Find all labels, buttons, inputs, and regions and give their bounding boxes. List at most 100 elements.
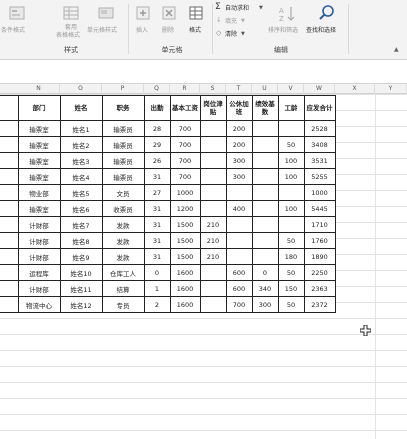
- row-stub[interactable]: [0, 264, 19, 281]
- table-cell[interactable]: [251, 232, 279, 249]
- table-cell[interactable]: 2: [143, 296, 171, 313]
- table-cell[interactable]: 姓名5: [59, 184, 103, 201]
- table-cell[interactable]: 输票员: [101, 168, 145, 185]
- table-cell[interactable]: 27: [143, 184, 171, 201]
- table-cell[interactable]: 1710: [303, 216, 336, 233]
- table-cell[interactable]: 计财部: [17, 248, 61, 265]
- worksheet[interactable]: N O P Q R S T U V W X Y 部门 姓名 职务 出勤 基本工资…: [0, 84, 407, 439]
- table-cell[interactable]: 31: [143, 216, 171, 233]
- table-cell[interactable]: 1000: [169, 184, 201, 201]
- table-cell[interactable]: 700: [169, 136, 201, 153]
- table-cell[interactable]: 29: [143, 136, 171, 153]
- table-cell[interactable]: 0: [251, 264, 279, 281]
- cell-style-button[interactable]: 单元格样式: [86, 3, 126, 41]
- table-cell[interactable]: 收票员: [101, 200, 145, 217]
- table-cell[interactable]: 600: [225, 264, 253, 281]
- table-cell[interactable]: 31: [143, 200, 171, 217]
- table-cell[interactable]: 50: [277, 232, 305, 249]
- table-cell[interactable]: 姓名8: [59, 232, 103, 249]
- row-stub[interactable]: [0, 216, 19, 233]
- table-cell[interactable]: 100: [277, 152, 305, 169]
- table-cell[interactable]: 200: [225, 120, 253, 137]
- table-cell[interactable]: 输票员: [101, 136, 145, 153]
- table-cell[interactable]: 1600: [169, 264, 201, 281]
- table-format-button[interactable]: 套用 表格格式: [54, 3, 88, 41]
- table-cell[interactable]: 输票室: [17, 136, 61, 153]
- table-cell[interactable]: 文员: [101, 184, 145, 201]
- header-cell[interactable]: 职务: [101, 95, 145, 121]
- row-stub[interactable]: [0, 136, 19, 153]
- header-cell[interactable]: 岗位津贴: [199, 95, 227, 121]
- fill-button[interactable]: ↓ 填充 ▼: [215, 16, 255, 27]
- table-cell[interactable]: 计财部: [17, 232, 61, 249]
- table-cell[interactable]: 输票室: [17, 120, 61, 137]
- column-header[interactable]: N: [18, 84, 60, 94]
- table-cell[interactable]: 2250: [303, 264, 336, 281]
- conditional-format-button[interactable]: 条件格式: [0, 3, 32, 41]
- table-cell[interactable]: 1500: [169, 216, 201, 233]
- table-cell[interactable]: 400: [225, 200, 253, 217]
- column-header[interactable]: R: [170, 84, 200, 94]
- autosum-button[interactable]: Σ 自动求和 ▼: [215, 2, 271, 14]
- table-cell[interactable]: 发款: [101, 248, 145, 265]
- table-cell[interactable]: 340: [251, 280, 279, 297]
- table-cell[interactable]: [251, 216, 279, 233]
- row-stub[interactable]: [0, 296, 19, 313]
- table-cell[interactable]: [225, 216, 253, 233]
- table-cell[interactable]: 姓名7: [59, 216, 103, 233]
- table-cell[interactable]: 1500: [169, 248, 201, 265]
- table-cell[interactable]: 输票室: [17, 200, 61, 217]
- table-cell[interactable]: 输票室: [17, 152, 61, 169]
- table-cell[interactable]: 600: [225, 280, 253, 297]
- table-cell[interactable]: 输票员: [101, 120, 145, 137]
- table-cell[interactable]: 31: [143, 248, 171, 265]
- header-cell[interactable]: 部门: [17, 95, 61, 121]
- table-cell[interactable]: [199, 168, 227, 185]
- table-cell[interactable]: 5255: [303, 168, 336, 185]
- table-cell[interactable]: 210: [199, 232, 227, 249]
- table-cell[interactable]: 50: [277, 264, 305, 281]
- table-cell[interactable]: [251, 248, 279, 265]
- column-header[interactable]: P: [102, 84, 144, 94]
- table-cell[interactable]: [199, 184, 227, 201]
- row-stub[interactable]: [0, 95, 19, 121]
- table-cell[interactable]: 100: [277, 200, 305, 217]
- table-cell[interactable]: 3408: [303, 136, 336, 153]
- table-cell[interactable]: 150: [277, 280, 305, 297]
- table-cell[interactable]: 300: [225, 152, 253, 169]
- insert-button[interactable]: 插入: [132, 3, 154, 41]
- table-cell[interactable]: 26: [143, 152, 171, 169]
- table-cell[interactable]: 结算: [101, 280, 145, 297]
- table-cell[interactable]: [277, 184, 305, 201]
- table-cell[interactable]: 50: [277, 296, 305, 313]
- table-cell[interactable]: 0: [143, 264, 171, 281]
- table-cell[interactable]: 1890: [303, 248, 336, 265]
- table-cell[interactable]: [225, 232, 253, 249]
- table-cell[interactable]: [277, 216, 305, 233]
- column-header[interactable]: U: [252, 84, 278, 94]
- table-cell[interactable]: [251, 152, 279, 169]
- table-cell[interactable]: 1000: [303, 184, 336, 201]
- row-stub[interactable]: [0, 248, 19, 265]
- table-cell[interactable]: [251, 168, 279, 185]
- clear-button[interactable]: ◇ 清除 ▼: [215, 29, 255, 40]
- table-cell[interactable]: 计财部: [17, 216, 61, 233]
- table-cell[interactable]: 700: [169, 168, 201, 185]
- table-cell[interactable]: 1200: [169, 200, 201, 217]
- table-cell[interactable]: 3531: [303, 152, 336, 169]
- row-stub[interactable]: [0, 168, 19, 185]
- table-cell[interactable]: 700: [225, 296, 253, 313]
- table-cell[interactable]: 物流中心: [17, 296, 61, 313]
- format-button[interactable]: 格式: [184, 3, 208, 41]
- table-cell[interactable]: 姓名3: [59, 152, 103, 169]
- column-header[interactable]: O: [60, 84, 102, 94]
- row-stub[interactable]: [0, 232, 19, 249]
- row-stub[interactable]: [0, 120, 19, 137]
- table-cell[interactable]: 180: [277, 248, 305, 265]
- table-cell[interactable]: 700: [169, 120, 201, 137]
- column-header[interactable]: X: [335, 84, 375, 94]
- table-cell[interactable]: 仓库工人: [101, 264, 145, 281]
- table-cell[interactable]: [225, 184, 253, 201]
- table-cell[interactable]: 2528: [303, 120, 336, 137]
- table-cell[interactable]: 输票员: [101, 152, 145, 169]
